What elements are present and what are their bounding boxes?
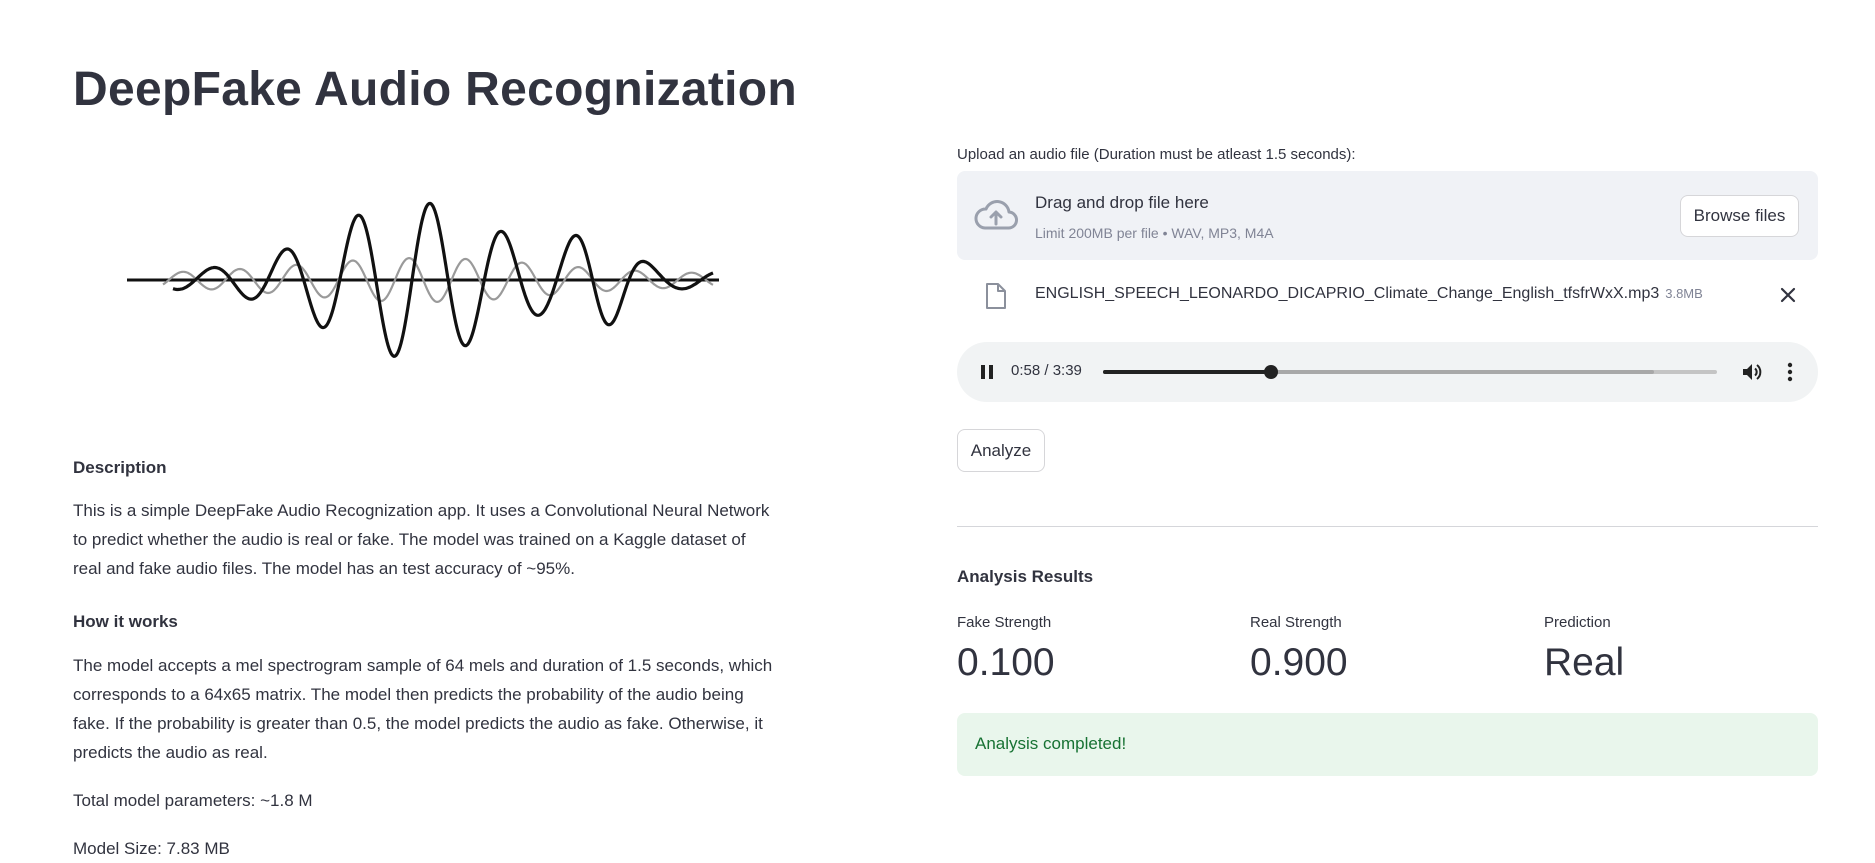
- file-dropzone[interactable]: Drag and drop file here Limit 200MB per …: [957, 171, 1818, 260]
- success-alert: Analysis completed!: [957, 713, 1818, 776]
- model-size-text: Model Size: 7.83 MB: [73, 839, 230, 858]
- drop-title: Drag and drop file here: [1035, 193, 1209, 212]
- volume-icon[interactable]: [1741, 361, 1763, 383]
- results-heading: Analysis Results: [957, 567, 1094, 586]
- close-icon[interactable]: [1777, 284, 1799, 306]
- metric-prediction: Prediction Real: [1544, 614, 1624, 685]
- drop-limit-text: Limit 200MB per file • WAV, MP3, M4A: [1035, 225, 1274, 241]
- waveform-logo: [127, 201, 719, 358]
- file-name-text: ENGLISH_SPEECH_LEONARDO_DICAPRIO_Climate…: [1035, 285, 1660, 302]
- how-it-works-heading: How it works: [73, 612, 178, 631]
- metric-label: Fake Strength: [957, 614, 1052, 631]
- played-range: [1103, 370, 1272, 374]
- success-message: Analysis completed!: [975, 734, 1127, 753]
- divider: [957, 526, 1818, 527]
- metric-label: Real Strength: [1250, 614, 1342, 631]
- metric-real-strength: Real Strength 0.900: [1250, 614, 1348, 685]
- metric-value: 0.900: [1250, 641, 1348, 684]
- metric-value: 0.100: [957, 641, 1055, 684]
- file-size: 3.8MB: [1665, 286, 1703, 301]
- seek-thumb[interactable]: [1264, 365, 1279, 379]
- metric-fake-strength: Fake Strength 0.100: [957, 614, 1055, 685]
- audio-player: 0:58 / 3:39: [957, 342, 1818, 402]
- seek-bar[interactable]: [1103, 365, 1717, 379]
- model-params-text: Total model parameters: ~1.8 M: [73, 791, 313, 810]
- description-heading: Description: [73, 458, 167, 477]
- cloud-upload-icon: [974, 200, 1018, 230]
- description-text: This is a simple DeepFake Audio Recogniz…: [73, 501, 770, 578]
- playback-time: 0:58 / 3:39: [1011, 362, 1082, 379]
- more-vertical-icon[interactable]: [1783, 361, 1797, 383]
- metric-value: Real: [1544, 641, 1625, 684]
- how-it-works-text: The model accepts a mel spectrogram samp…: [73, 656, 773, 762]
- upload-label: Upload an audio file (Duration must be a…: [957, 146, 1356, 163]
- page-title: DeepFake Audio Recognization: [73, 63, 798, 116]
- uploaded-file-row: ENGLISH_SPEECH_LEONARDO_DICAPRIO_Climate…: [957, 280, 1818, 312]
- analyze-button[interactable]: Analyze: [957, 429, 1045, 472]
- file-icon: [986, 283, 1006, 309]
- browse-files-button[interactable]: Browse files: [1680, 195, 1799, 237]
- metric-label: Prediction: [1544, 614, 1611, 631]
- uploaded-file-name: ENGLISH_SPEECH_LEONARDO_DICAPRIO_Climate…: [1035, 285, 1703, 303]
- pause-icon[interactable]: [979, 364, 995, 380]
